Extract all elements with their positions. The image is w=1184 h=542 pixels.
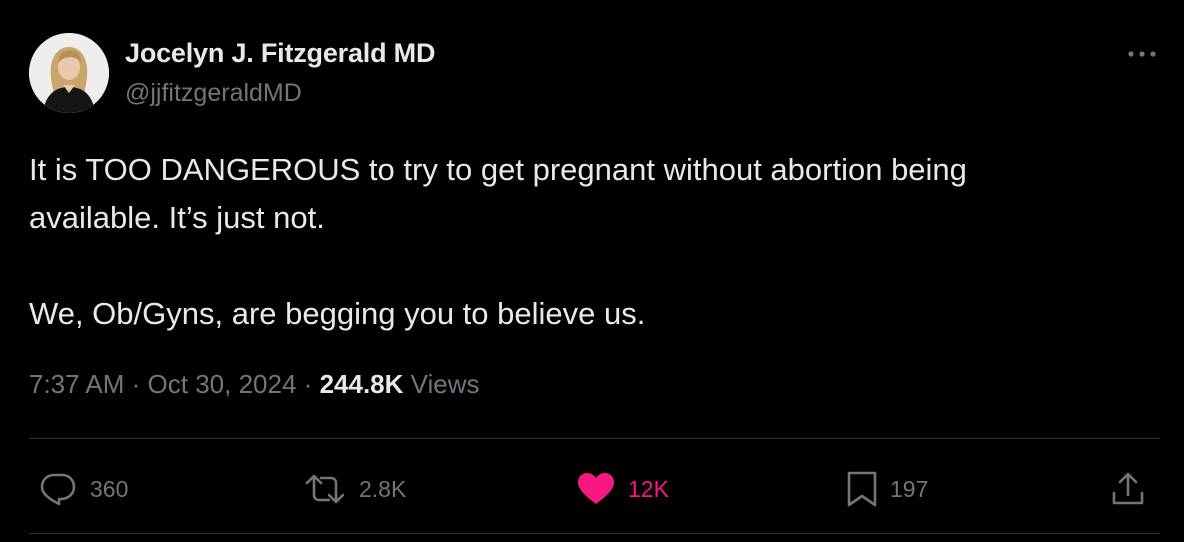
like-count: 12K <box>628 475 669 502</box>
avatar[interactable] <box>29 33 109 113</box>
reply-count: 360 <box>90 475 129 502</box>
share-icon <box>1112 472 1144 505</box>
tweet-text-line: It is TOO DANGEROUS to try to get pregna… <box>29 152 967 187</box>
repost-icon <box>305 474 345 504</box>
reply-button[interactable]: 360 <box>38 469 128 509</box>
bookmark-icon <box>847 471 877 507</box>
more-options-button[interactable] <box>1124 36 1160 72</box>
like-button[interactable]: 12K <box>576 469 669 509</box>
author-handle[interactable]: @jjfitzgeraldMD <box>125 79 302 108</box>
tweet-text: It is TOO DANGEROUS to try to get pregna… <box>29 146 1149 338</box>
meta-separator: · <box>131 369 141 399</box>
share-button[interactable] <box>1110 469 1146 509</box>
tweet-time[interactable]: 7:37 AM <box>29 369 124 399</box>
heart-icon <box>578 473 614 504</box>
avatar-image <box>29 33 109 113</box>
repost-count: 2.8K <box>359 475 407 502</box>
bookmark-button[interactable]: 197 <box>846 469 928 509</box>
repost-button[interactable]: 2.8K <box>303 469 406 509</box>
meta-separator: · <box>303 369 313 399</box>
bookmark-count: 197 <box>890 475 929 502</box>
views-count[interactable]: 244.8K <box>320 369 404 399</box>
divider <box>29 438 1160 439</box>
views-label: Views <box>410 369 480 399</box>
divider <box>29 533 1160 534</box>
reply-icon <box>40 473 76 506</box>
author-display-name[interactable]: Jocelyn J. Fitzgerald MD <box>125 38 435 69</box>
tweet-date[interactable]: Oct 30, 2024 <box>148 369 297 399</box>
more-icon <box>1128 51 1156 57</box>
tweet-text-line: We, Ob/Gyns, are begging you to believe … <box>29 296 646 331</box>
tweet-text-line: available. It’s just not. <box>29 200 325 235</box>
tweet-meta: 7:37 AM · Oct 30, 2024 · 244.8K Views <box>29 369 480 400</box>
